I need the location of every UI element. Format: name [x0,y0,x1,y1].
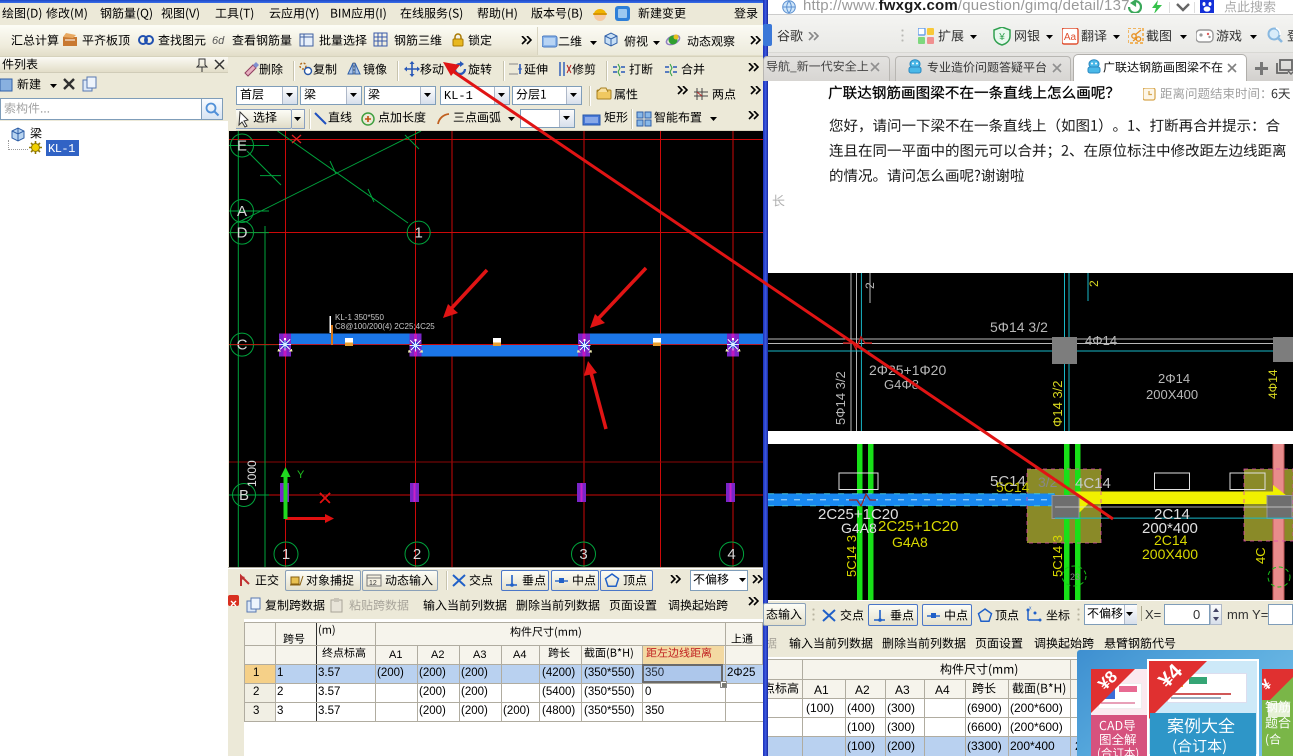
svg-text:23: 23 [1070,572,1080,582]
svg-text:G4A8: G4A8 [892,534,928,550]
svg-text:200X400: 200X400 [1142,546,1198,562]
svg-text:4C14: 4C14 [1075,475,1111,492]
svg-text:G4Φ8: G4Φ8 [884,377,919,392]
svg-text:x: x [1029,606,1032,612]
svg-text:Φ14 3/2: Φ14 3/2 [1050,380,1065,427]
svg-text:5C14: 5C14 [996,479,1030,495]
svg-text:D: D [237,225,248,242]
svg-text:2Φ25+1Φ20: 2Φ25+1Φ20 [869,362,946,378]
svg-text:C8@100/200(4) 2C25;4C25: C8@100/200(4) 2C25;4C25 [335,322,435,331]
svg-text:2: 2 [413,546,421,563]
svg-text:2: 2 [863,282,877,289]
svg-text:4: 4 [727,546,735,563]
svg-text:1: 1 [282,546,290,563]
svg-text:3: 3 [579,546,587,563]
svg-text:2C25+1C20: 2C25+1C20 [878,518,958,535]
svg-text:4C: 4C [1253,547,1268,564]
svg-text:1: 1 [415,225,423,242]
svg-text:2Φ14: 2Φ14 [1158,371,1190,386]
svg-text:5C14 3: 5C14 3 [1050,535,1065,577]
svg-text:B: B [239,487,249,504]
svg-text:200X400: 200X400 [1146,387,1198,402]
svg-text:G4A8: G4A8 [841,520,877,536]
svg-text:5Φ14 3/2: 5Φ14 3/2 [833,371,848,425]
svg-text:4Φ14: 4Φ14 [1266,369,1280,399]
svg-text:5C14 3: 5C14 3 [844,535,859,577]
svg-text:KL-1 350*550: KL-1 350*550 [335,313,384,322]
svg-text:¥: ¥ [998,32,1005,43]
svg-text:A: A [237,203,247,220]
svg-text:5Φ14 3/2: 5Φ14 3/2 [990,319,1048,335]
svg-text:Aa: Aa [1064,32,1077,43]
svg-text:3/2: 3/2 [1038,474,1058,490]
svg-text:E: E [237,138,247,155]
svg-text:Y: Y [297,469,305,481]
svg-text:1000: 1000 [245,460,259,487]
svg-text:6d: 6d [212,35,225,47]
svg-text:4Φ14: 4Φ14 [1085,333,1117,348]
svg-text:2: 2 [1087,280,1101,287]
svg-text:12: 12 [369,580,377,587]
